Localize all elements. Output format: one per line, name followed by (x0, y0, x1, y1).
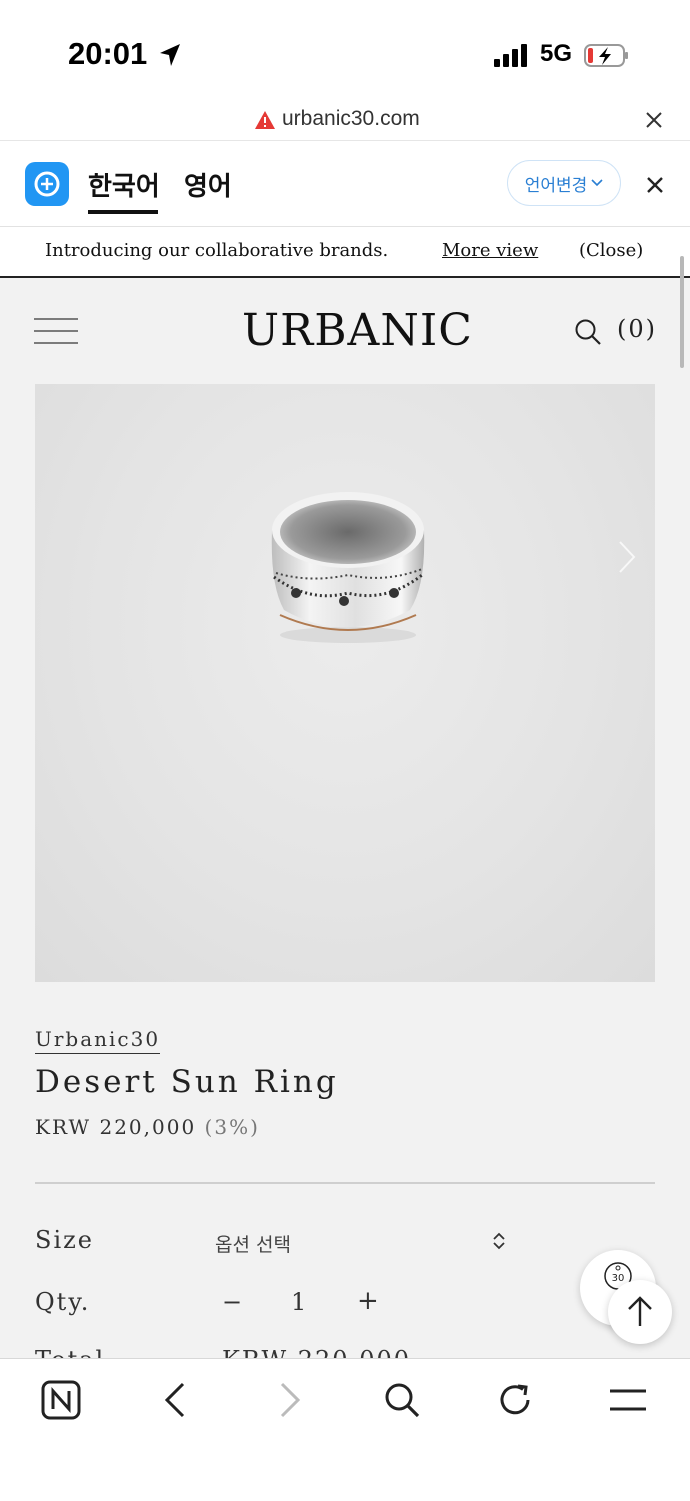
scrollbar[interactable] (680, 256, 684, 368)
arrow-up-icon (628, 1296, 652, 1326)
product-price: KRW 220,000 (3%) (35, 1115, 260, 1139)
change-language-button[interactable]: 언어변경 (507, 160, 621, 206)
more-view-link[interactable]: More view (442, 240, 538, 261)
announcement-text: Introducing our collaborative brands. (45, 240, 389, 261)
translate-close-icon[interactable] (645, 175, 665, 195)
translate-app-icon[interactable] (25, 162, 69, 206)
quantity-increase-button[interactable]: + (357, 1286, 379, 1316)
change-language-label: 언어변경 (524, 175, 588, 196)
back-icon[interactable] (163, 1382, 187, 1418)
forward-icon[interactable] (278, 1382, 302, 1418)
naver-home-icon[interactable] (41, 1380, 81, 1420)
tab-english[interactable]: 영어 (184, 166, 232, 203)
refresh-icon[interactable] (497, 1382, 533, 1418)
announcement-close-button[interactable]: (Close) (579, 240, 643, 261)
scroll-to-top-button[interactable] (608, 1280, 672, 1344)
tab-active-indicator (88, 210, 158, 214)
browser-toolbar (0, 1358, 690, 1501)
brand-link[interactable]: Urbanic30 (35, 1027, 161, 1054)
size-select[interactable]: 옵션 선택 (215, 1230, 291, 1257)
battery-charging-icon (584, 44, 628, 67)
warning-icon (255, 111, 275, 129)
menu-icon[interactable] (609, 1388, 647, 1412)
product-image[interactable] (35, 384, 655, 982)
status-time: 20:01 (68, 36, 148, 71)
quantity-value[interactable]: 1 (291, 1288, 306, 1316)
tab-korean[interactable]: 한국어 (88, 166, 160, 203)
search-toolbar-icon[interactable] (384, 1382, 420, 1418)
close-icon[interactable] (644, 110, 664, 130)
site-logo[interactable]: URBANIC (242, 305, 473, 356)
chevron-down-icon (591, 179, 603, 187)
hamburger-menu-icon[interactable] (34, 318, 78, 344)
signal-bars-icon (494, 44, 527, 67)
search-icon[interactable] (574, 318, 602, 346)
quantity-decrease-button[interactable]: − (222, 1288, 242, 1316)
network-type: 5G (540, 40, 573, 67)
divider (35, 1182, 655, 1184)
price-value: KRW 220,000 (35, 1115, 197, 1139)
discount-rate: (3%) (204, 1115, 260, 1139)
size-label: Size (35, 1226, 94, 1254)
chevron-right-icon[interactable] (618, 540, 636, 574)
location-arrow-icon (160, 44, 180, 66)
ring-image (271, 492, 425, 643)
cart-count[interactable]: (0) (617, 315, 657, 343)
product-title: Desert Sun Ring (35, 1064, 339, 1100)
select-arrows-icon[interactable] (492, 1231, 506, 1251)
quantity-label: Qty. (35, 1288, 91, 1316)
url-text[interactable]: urbanic30.com (282, 107, 420, 131)
badge-number: 30 (612, 1273, 625, 1284)
